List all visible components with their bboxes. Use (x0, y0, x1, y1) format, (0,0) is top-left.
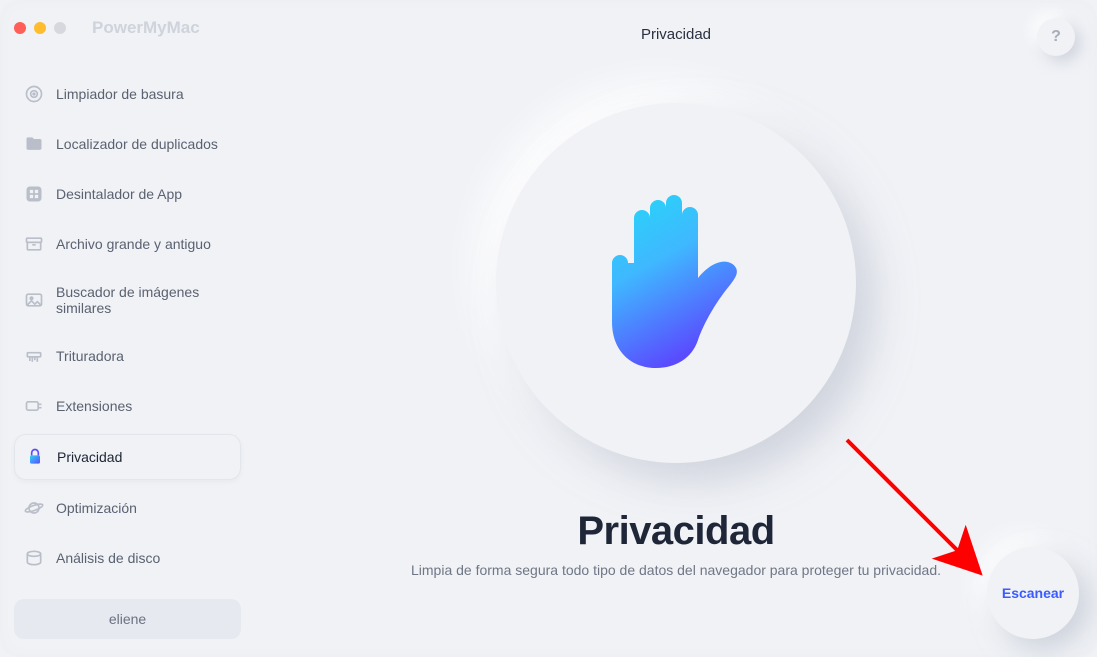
window-controls: PowerMyMac (14, 18, 241, 38)
help-button[interactable]: ? (1037, 18, 1075, 56)
help-icon: ? (1051, 28, 1061, 46)
sidebar-nav: Limpiador de basura Localizador de dupli… (14, 72, 241, 580)
sidebar-item-privacy[interactable]: Privacidad (14, 434, 241, 480)
folder-icon (24, 134, 44, 154)
shredder-icon (24, 346, 44, 366)
target-icon (24, 84, 44, 104)
sidebar-item-label: Extensiones (56, 398, 132, 414)
sidebar-item-label: Buscador de imágenes similares (56, 284, 231, 316)
sidebar-item-label: Limpiador de basura (56, 86, 184, 102)
sidebar-item-label: Trituradora (56, 348, 124, 364)
scan-button-label: Escanear (1002, 585, 1064, 601)
sidebar-item-junk-cleaner[interactable]: Limpiador de basura (14, 72, 241, 116)
hand-stop-icon (596, 193, 756, 373)
main-content: Privacidad ? Privacidad Limpia de forma … (255, 0, 1097, 657)
sidebar-item-app-uninstaller[interactable]: Desintalador de App (14, 172, 241, 216)
planet-icon (24, 498, 44, 518)
sidebar-item-duplicate-finder[interactable]: Localizador de duplicados (14, 122, 241, 166)
sidebar-item-label: Localizador de duplicados (56, 136, 218, 152)
sidebar-item-large-old-files[interactable]: Archivo grande y antiguo (14, 222, 241, 266)
sidebar-item-shredder[interactable]: Trituradora (14, 334, 241, 378)
sidebar-item-disk-analysis[interactable]: Análisis de disco (14, 536, 241, 580)
image-icon (24, 290, 44, 310)
hero-illustration-circle (496, 103, 856, 463)
sidebar-item-label: Desintalador de App (56, 186, 182, 202)
hero-title: Privacidad (577, 509, 774, 554)
scan-button[interactable]: Escanear (987, 547, 1079, 639)
sidebar-item-label: Optimización (56, 500, 137, 516)
archive-icon (24, 234, 44, 254)
sidebar-item-label: Privacidad (57, 449, 122, 465)
minimize-window-button[interactable] (34, 22, 46, 34)
user-name: eliene (109, 611, 146, 627)
app-window: PowerMyMac Limpiador de basura Localizad… (0, 0, 1097, 657)
hero-subtitle: Limpia de forma segura todo tipo de dato… (411, 562, 941, 578)
sidebar-item-similar-images[interactable]: Buscador de imágenes similares (14, 272, 241, 328)
maximize-window-button[interactable] (54, 22, 66, 34)
disk-icon (24, 548, 44, 568)
sidebar-item-extensions[interactable]: Extensiones (14, 384, 241, 428)
app-grid-icon (24, 184, 44, 204)
plugin-icon (24, 396, 44, 416)
lock-icon (25, 447, 45, 467)
sidebar: PowerMyMac Limpiador de basura Localizad… (0, 0, 255, 657)
page-title: Privacidad (641, 26, 711, 43)
sidebar-item-optimization[interactable]: Optimización (14, 486, 241, 530)
app-name: PowerMyMac (92, 18, 200, 38)
user-account-chip[interactable]: eliene (14, 599, 241, 639)
sidebar-item-label: Archivo grande y antiguo (56, 236, 211, 252)
close-window-button[interactable] (14, 22, 26, 34)
sidebar-item-label: Análisis de disco (56, 550, 160, 566)
